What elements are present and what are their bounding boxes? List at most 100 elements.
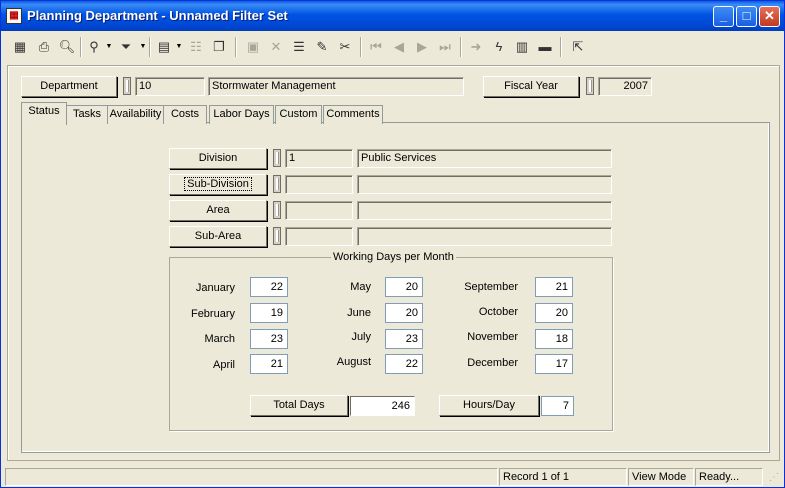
fiscal-year-field[interactable]: 2007 [598, 77, 652, 96]
month-days-april[interactable]: 21 [250, 354, 288, 374]
month-label-august: August [336, 356, 371, 368]
month-label-november: November [467, 331, 518, 343]
resize-grip-icon[interactable]: ⋰ [769, 472, 781, 484]
sub-division-code-field[interactable] [285, 175, 353, 194]
fiscal-year-button[interactable]: Fiscal Year [483, 76, 579, 97]
first-record-icon[interactable]: ⏮ [365, 36, 387, 58]
toolbar-separator [460, 37, 462, 57]
status-bar: Record 1 of 1 View Mode Ready... ⋰ [1, 466, 784, 487]
delete-icon[interactable]: ✕ [265, 36, 287, 58]
sub-division-button[interactable]: Sub-Division [169, 174, 267, 195]
department-code-field[interactable]: 10 [135, 77, 205, 96]
copy-icon[interactable]: ❐ [208, 36, 230, 58]
month-days-march[interactable]: 23 [250, 329, 288, 349]
chart-icon[interactable]: ▥ [511, 36, 533, 58]
division-lookup-handle[interactable] [273, 149, 281, 167]
sub-area-button-label: Sub-Area [194, 230, 242, 242]
hours-per-day-value[interactable]: 7 [541, 396, 574, 416]
last-record-icon[interactable]: ⏭ [434, 36, 456, 58]
month-days-september[interactable]: 21 [535, 277, 573, 297]
status-mode: View Mode [628, 468, 694, 486]
tab-availability[interactable]: Availability [107, 105, 164, 124]
total-days-button[interactable]: Total Days [250, 395, 348, 416]
division-name-field[interactable]: Public Services [357, 149, 612, 168]
tab-labor-days[interactable]: Labor Days [209, 105, 274, 124]
month-days-october[interactable]: 20 [535, 303, 573, 323]
find-dropdown-icon[interactable]: ▼ [105, 36, 113, 58]
total-days-label: Total Days [273, 399, 325, 411]
prev-record-icon[interactable]: ◀ [388, 36, 410, 58]
month-days-november[interactable]: 18 [535, 329, 573, 349]
month-days-july[interactable]: 23 [385, 329, 423, 349]
month-days-may[interactable]: 20 [385, 277, 423, 297]
area-code-field[interactable] [285, 201, 353, 220]
stack-icon[interactable]: ☰ [288, 36, 310, 58]
area-name-field[interactable] [357, 201, 612, 220]
next-record-icon[interactable]: ▶ [411, 36, 433, 58]
month-label-september: September [464, 281, 518, 293]
sub-area-name-field[interactable] [357, 227, 612, 246]
close-button[interactable]: ✕ [759, 6, 780, 27]
month-label-october: October [478, 306, 518, 318]
sub-area-lookup-handle[interactable] [273, 227, 281, 245]
window-title: Planning Department - Unnamed Filter Set [27, 8, 288, 23]
month-days-june[interactable]: 20 [385, 303, 423, 323]
month-label-june: June [347, 307, 371, 319]
division-code-field[interactable]: 1 [285, 149, 353, 168]
area-lookup-handle[interactable] [273, 201, 281, 219]
sub-division-name-field[interactable] [357, 175, 612, 194]
hours-per-day-button[interactable]: Hours/Day [439, 395, 539, 416]
toolbar: ▦ ⎙ 🔍︎ ⚲ ▼ ⏷ ▼ ▤ ▼ ☷ ❐ ▣ ✕ ☰ ✎ ✂ ⏮ ◀ ▶ ⏭… [1, 32, 784, 62]
department-name-field[interactable]: Stormwater Management [208, 77, 464, 96]
fiscal-year-lookup-handle[interactable] [586, 77, 594, 95]
minimize-button[interactable]: _ [713, 6, 734, 27]
working-days-title: Working Days per Month [331, 251, 456, 263]
print-icon[interactable]: ⎙ [33, 36, 55, 58]
tab-status[interactable]: Status [21, 102, 67, 125]
tab-custom[interactable]: Custom [275, 105, 322, 124]
grid-icon[interactable]: ▦ [9, 36, 31, 58]
month-days-december[interactable]: 17 [535, 354, 573, 374]
lightning-icon[interactable]: ϟ [488, 36, 510, 58]
new-dropdown-icon[interactable]: ▼ [175, 36, 183, 58]
month-label-july: July [351, 331, 371, 343]
exit-icon[interactable]: ⇱ [567, 36, 589, 58]
edit-icon[interactable]: ✎ [311, 36, 333, 58]
cut-icon[interactable]: ✂ [334, 36, 356, 58]
month-label-january: January [195, 282, 235, 294]
sub-area-button[interactable]: Sub-Area [169, 226, 267, 247]
department-lookup-handle[interactable] [123, 77, 131, 95]
division-button[interactable]: Division [169, 148, 267, 169]
month-label-february: February [190, 308, 235, 320]
new-record-icon[interactable]: ▤ [153, 36, 175, 58]
total-days-value: 246 [350, 396, 415, 416]
print-preview-icon[interactable]: 🔍︎ [56, 36, 78, 58]
title-bar[interactable]: ▦ Planning Department - Unnamed Filter S… [1, 1, 784, 31]
area-button[interactable]: Area [169, 200, 267, 221]
sub-division-button-label: Sub-Division [184, 177, 252, 191]
application-window: ▦ Planning Department - Unnamed Filter S… [0, 0, 785, 488]
tab-costs[interactable]: Costs [163, 105, 207, 124]
sub-area-code-field[interactable] [285, 227, 353, 246]
department-button[interactable]: Department [21, 76, 117, 97]
status-state: Ready... [695, 468, 763, 486]
maximize-button[interactable]: □ [736, 6, 757, 27]
division-button-label: Division [198, 152, 238, 164]
goto-icon[interactable]: ➜ [465, 36, 487, 58]
briefcase-icon[interactable]: ▬ [534, 36, 556, 58]
save-icon[interactable]: ▣ [242, 36, 264, 58]
status-record: Record 1 of 1 [499, 468, 627, 486]
properties-icon[interactable]: ☷ [185, 36, 207, 58]
tab-tasks[interactable]: Tasks [66, 105, 108, 124]
toolbar-separator [560, 37, 562, 57]
month-days-january[interactable]: 22 [250, 277, 288, 297]
tab-comments[interactable]: Comments [323, 105, 383, 124]
toolbar-separator [80, 37, 82, 57]
toolbar-separator [360, 37, 362, 57]
sub-division-lookup-handle[interactable] [273, 175, 281, 193]
find-icon[interactable]: ⚲ [83, 36, 105, 58]
filter-dropdown-icon[interactable]: ▼ [139, 36, 147, 58]
month-days-august[interactable]: 22 [385, 354, 423, 374]
month-days-february[interactable]: 19 [250, 303, 288, 323]
filter-icon[interactable]: ⏷ [115, 36, 137, 58]
